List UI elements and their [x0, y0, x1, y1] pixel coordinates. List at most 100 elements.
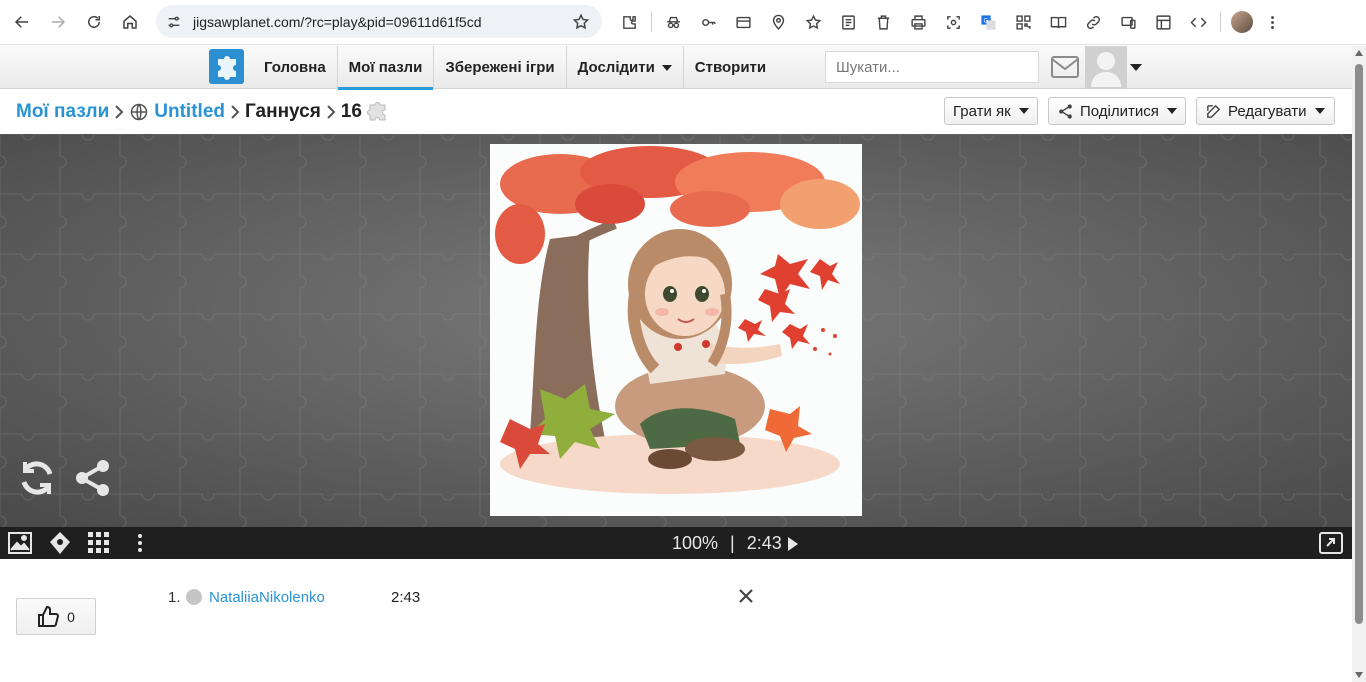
share-button[interactable]: Поділитися [1048, 97, 1186, 125]
back-icon[interactable] [4, 4, 40, 40]
extensions-bar: G [612, 6, 1285, 38]
more-options-icon[interactable] [128, 531, 152, 555]
player-avatar [186, 589, 202, 605]
key-icon[interactable] [691, 6, 726, 38]
forward-icon[interactable] [40, 4, 76, 40]
nav-saved-games[interactable]: Збережені ігри [434, 46, 567, 89]
scrollbar-thumb[interactable] [1355, 64, 1363, 624]
elapsed-time: 2:43 [746, 533, 782, 553]
puzzle-toolbar: 100% | 2:43 [0, 527, 1352, 559]
breadcrumb: Мої пазли Untitled Ганнуся 16 [16, 99, 390, 125]
reader-mode-icon[interactable] [1041, 6, 1076, 38]
play-icon[interactable] [787, 536, 798, 551]
toolbar-divider [1220, 12, 1221, 32]
menu-icon[interactable] [1259, 6, 1285, 38]
player-name-link[interactable]: NataliiaNikolenko [209, 589, 325, 606]
score-row: 1. NataliiaNikolenko 2:43 [168, 589, 768, 607]
main-nav: Головна Мої пазли Збережені ігри Досліди… [253, 46, 777, 90]
devices-icon[interactable] [1111, 6, 1146, 38]
breadcrumb-my-puzzles[interactable]: Мої пазли [16, 101, 109, 123]
extensions-icon[interactable] [612, 6, 647, 38]
progress-percent: 100% [672, 533, 719, 553]
nav-label: Створити [694, 59, 767, 76]
url-text[interactable]: jigsawplanet.com/?rc=play&pid=09611d61f5… [193, 14, 566, 30]
play-as-button[interactable]: Грати як [944, 97, 1038, 125]
chevron-down-icon [1166, 108, 1177, 114]
edit-icon [1207, 104, 1221, 118]
user-avatar[interactable] [1085, 46, 1127, 89]
nav-label: Мої пазли [348, 59, 423, 76]
globe-icon [131, 103, 148, 121]
grid-icon[interactable] [87, 531, 111, 555]
chevron-down-icon [1018, 108, 1029, 114]
puzzle-title: Ганнуся [245, 101, 321, 122]
browser-toolbar: jigsawplanet.com/?rc=play&pid=09611d61f5… [0, 0, 1366, 45]
profile-avatar[interactable] [1231, 11, 1253, 33]
piece-count: 16 [340, 101, 362, 122]
puzzle-stage[interactable] [0, 134, 1352, 527]
fullscreen-icon[interactable] [1319, 531, 1343, 555]
thumbs-up-icon [38, 605, 60, 627]
nav-create[interactable]: Створити [684, 46, 777, 89]
scroll-down-icon[interactable] [1355, 672, 1363, 678]
nav-home[interactable]: Головна [253, 46, 338, 89]
site-info-icon[interactable] [159, 7, 189, 37]
address-bar[interactable]: jigsawplanet.com/?rc=play&pid=09611d61f5… [156, 5, 602, 38]
edit-label: Редагувати [1228, 102, 1307, 120]
search-input[interactable] [825, 51, 1039, 83]
like-count: 0 [67, 608, 75, 625]
chevron-right-icon [322, 103, 340, 121]
status-separator: | [730, 533, 735, 553]
chevron-down-icon [661, 64, 672, 71]
nav-label: Збережені ігри [445, 59, 555, 76]
bookmark-star-icon[interactable] [566, 7, 596, 37]
print-icon[interactable] [901, 6, 936, 38]
close-icon[interactable] [738, 588, 756, 606]
jigsaw-planet-logo[interactable] [209, 49, 244, 84]
user-menu-caret-icon[interactable] [1130, 64, 1142, 71]
layout-icon[interactable] [1146, 6, 1181, 38]
nav-explore[interactable]: Дослідити [567, 46, 684, 89]
score-rank: 1. [168, 589, 181, 606]
page-scrollbar[interactable] [1352, 46, 1366, 682]
edit-button[interactable]: Редагувати [1196, 97, 1335, 125]
mail-icon[interactable] [1050, 54, 1080, 80]
ghost-image-icon[interactable] [48, 531, 72, 555]
toolbar-divider [651, 12, 652, 32]
location-pin-icon[interactable] [761, 6, 796, 38]
nav-label: Дослідити [577, 59, 655, 76]
puzzle-status: 100% | 2:43 [672, 533, 798, 554]
breadcrumb-album[interactable]: Untitled [154, 101, 225, 123]
nav-my-puzzles[interactable]: Мої пазли [337, 46, 435, 90]
chevron-right-icon [110, 103, 128, 121]
delete-icon[interactable] [866, 6, 901, 38]
autumn-girl-illustration [490, 144, 862, 516]
puzzle-image[interactable] [490, 144, 862, 516]
scroll-up-icon[interactable] [1355, 50, 1363, 56]
qr-code-icon[interactable] [1006, 6, 1041, 38]
reading-list-icon[interactable] [831, 6, 866, 38]
translate-icon[interactable]: G [971, 6, 1006, 38]
like-button[interactable]: 0 [16, 598, 96, 635]
svg-text:G: G [984, 17, 989, 24]
favorites-icon[interactable] [796, 6, 831, 38]
home-icon[interactable] [112, 4, 148, 40]
puzzle-piece-icon [366, 102, 386, 121]
incognito-icon[interactable] [656, 6, 691, 38]
link-icon[interactable] [1076, 6, 1111, 38]
share-icon[interactable] [73, 458, 113, 498]
card-icon[interactable] [726, 6, 761, 38]
image-preview-icon[interactable] [8, 531, 32, 555]
screenshot-icon[interactable] [936, 6, 971, 38]
chevron-right-icon [226, 103, 244, 121]
code-icon[interactable] [1181, 6, 1216, 38]
reload-icon[interactable] [76, 4, 112, 40]
share-label: Поділитися [1080, 102, 1159, 120]
chevron-down-icon [1314, 108, 1325, 114]
shuffle-icon[interactable] [17, 458, 57, 498]
score-time: 2:43 [391, 589, 421, 606]
nav-label: Головна [264, 59, 326, 76]
play-as-label: Грати як [953, 102, 1011, 120]
share-icon [1059, 103, 1072, 119]
site-header: Головна Мої пазли Збережені ігри Досліди… [0, 46, 1352, 90]
